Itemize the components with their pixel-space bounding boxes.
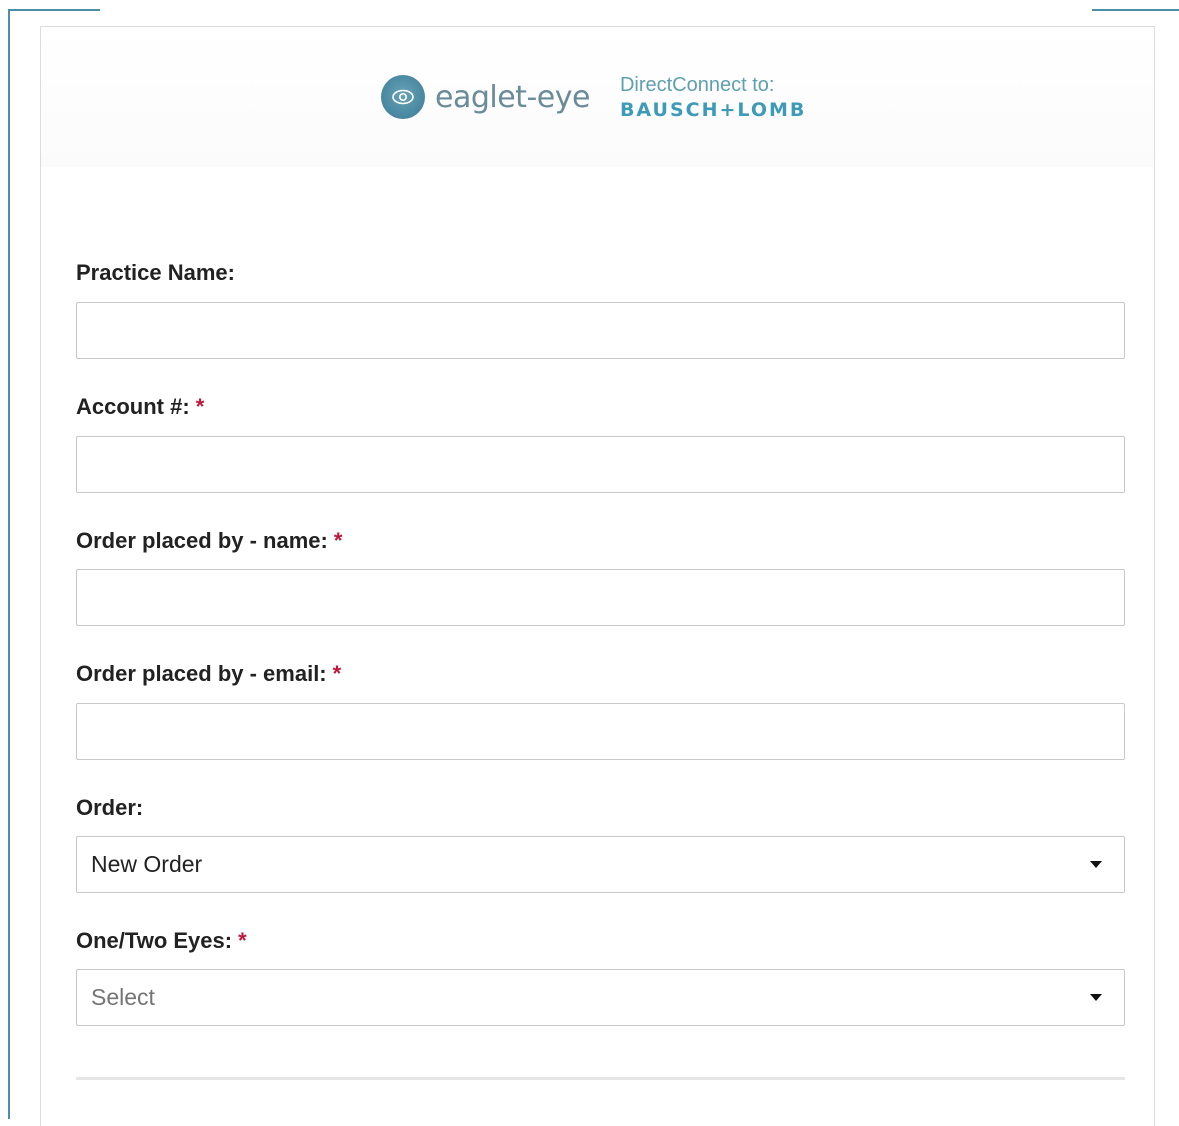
section-divider — [76, 1077, 1125, 1080]
order-form-card: eaglet-eye DirectConnect to: BAUSCH+LOMB… — [40, 26, 1155, 1126]
frame-border-top-right — [1092, 9, 1179, 11]
eyes-select-placeholder: Select — [91, 984, 155, 1010]
placed-by-email-input[interactable] — [76, 703, 1125, 760]
account-number-input[interactable] — [76, 436, 1125, 493]
order-label: Order: — [76, 795, 144, 820]
placed-by-name-label: Order placed by - name: * — [76, 528, 343, 553]
logo-group: eaglet-eye DirectConnect to: BAUSCH+LOMB — [381, 67, 806, 127]
direct-connect-block: DirectConnect to: BAUSCH+LOMB — [620, 75, 806, 120]
frame-border-left — [8, 9, 10, 1119]
required-marker: * — [333, 528, 343, 553]
direct-connect-text: DirectConnect to: — [619, 73, 775, 96]
required-marker: * — [195, 394, 205, 419]
required-marker: * — [238, 928, 247, 953]
order-select[interactable]: New Order — [76, 836, 1125, 893]
practice-name-label: Practice Name: — [76, 260, 235, 285]
account-number-label: Account #: * — [76, 394, 205, 419]
brand-name: eaglet-eye — [435, 79, 590, 115]
eye-logo-icon — [381, 75, 425, 119]
page-frame: eaglet-eye DirectConnect to: BAUSCH+LOMB… — [0, 0, 1179, 1126]
practice-name-input[interactable] — [76, 302, 1125, 359]
partner-logo-text: BAUSCH+LOMB — [619, 98, 807, 121]
caret-down-icon — [1090, 861, 1102, 868]
order-select-value: New Order — [91, 851, 203, 877]
frame-border-top-left — [8, 9, 100, 11]
eyes-select[interactable]: Select — [76, 969, 1125, 1026]
placed-by-email-label: Order placed by - email: * — [76, 661, 342, 686]
eyes-label: One/Two Eyes: * — [76, 928, 247, 953]
logo-header: eaglet-eye DirectConnect to: BAUSCH+LOMB — [41, 27, 1154, 167]
caret-down-icon — [1090, 994, 1102, 1001]
required-marker: * — [332, 661, 342, 686]
placed-by-name-input[interactable] — [76, 569, 1125, 626]
